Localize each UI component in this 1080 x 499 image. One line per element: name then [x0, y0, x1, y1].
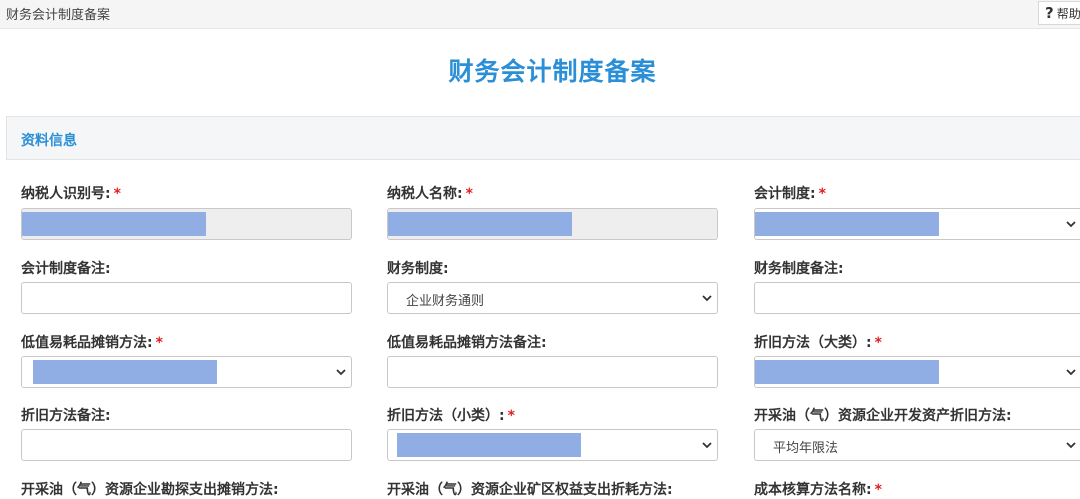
chevron-down-icon	[1066, 369, 1076, 376]
low-value-amortization-label: 低值易耗品摊销方法: *	[21, 335, 163, 351]
depreciation-minor-select[interactable]	[387, 429, 718, 461]
financial-system-note-label: 财务制度备注:	[754, 261, 844, 277]
low-value-amortization-note-field[interactable]	[387, 356, 718, 388]
accounting-system-note-label: 会计制度备注:	[21, 261, 111, 277]
accounting-system-note-field[interactable]	[21, 282, 352, 314]
oil-gas-dev-depreciation-select[interactable]: 平均年限法	[754, 429, 1080, 461]
chevron-down-icon	[1066, 221, 1076, 228]
taxpayer-id-label: 纳税人识别号: *	[21, 186, 121, 202]
redacted-value	[33, 360, 217, 384]
help-button[interactable]: ? 帮助	[1038, 1, 1080, 25]
financial-system-select[interactable]: 企业财务通则	[387, 282, 718, 314]
depreciation-major-label: 折旧方法（大类）: *	[754, 335, 882, 351]
financial-system-label: 财务制度:	[387, 261, 449, 277]
accounting-system-select[interactable]	[754, 208, 1080, 240]
redacted-value	[397, 433, 581, 457]
required-marker: *	[113, 186, 121, 202]
section-header: 资料信息	[6, 116, 1080, 160]
required-marker: *	[818, 186, 826, 202]
redacted-value	[22, 212, 206, 236]
oil-gas-mineral-rights-label: 开采油（气）资源企业矿区权益支出折耗方法:	[387, 482, 673, 498]
help-icon: ?	[1045, 4, 1054, 22]
chevron-down-icon	[1066, 442, 1076, 449]
redacted-value	[388, 212, 572, 236]
accounting-system-label: 会计制度: *	[754, 186, 826, 202]
required-marker: *	[507, 408, 515, 424]
financial-system-note-field[interactable]	[754, 282, 1080, 314]
required-marker: *	[874, 335, 882, 351]
depreciation-note-label: 折旧方法备注:	[21, 408, 111, 424]
taxpayer-name-label: 纳税人名称: *	[387, 186, 473, 202]
section-title: 资料信息	[21, 133, 77, 149]
help-label: 帮助	[1056, 6, 1080, 21]
low-value-amortization-select[interactable]	[21, 356, 352, 388]
oil-gas-dev-depreciation-label: 开采油（气）资源企业开发资产折旧方法:	[754, 408, 1012, 424]
taxpayer-name-field[interactable]	[387, 208, 718, 240]
oil-gas-exploration-label: 开采油（气）资源企业勘探支出摊销方法:	[21, 482, 279, 498]
redacted-value	[755, 360, 939, 384]
depreciation-minor-label: 折旧方法（小类）: *	[387, 408, 515, 424]
top-bar: 财务会计制度备案 ? 帮助	[0, 0, 1080, 29]
breadcrumb: 财务会计制度备案	[6, 8, 111, 23]
chevron-down-icon	[336, 369, 346, 376]
required-marker: *	[155, 335, 163, 351]
cost-accounting-label: 成本核算方法名称: *	[754, 482, 882, 498]
depreciation-major-select[interactable]	[754, 356, 1080, 388]
chevron-down-icon	[702, 295, 712, 302]
depreciation-note-field[interactable]	[21, 429, 352, 461]
low-value-amortization-note-label: 低值易耗品摊销方法备注:	[387, 335, 547, 351]
taxpayer-id-field[interactable]	[21, 208, 352, 240]
required-marker: *	[465, 186, 473, 202]
oil-gas-dev-depreciation-value: 平均年限法	[773, 441, 839, 456]
financial-system-value: 企业财务通则	[406, 294, 485, 309]
chevron-down-icon	[702, 442, 712, 449]
redacted-value	[755, 212, 939, 236]
page-title: 财务会计制度备案	[448, 57, 657, 86]
